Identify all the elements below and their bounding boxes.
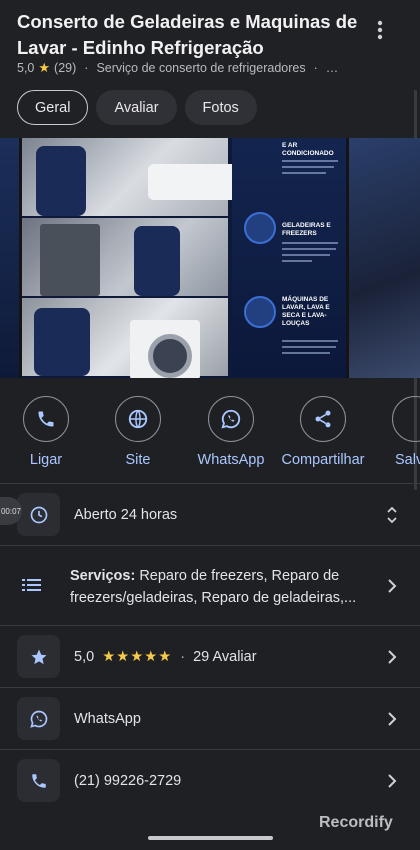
phone-row[interactable]: (21) 99226-2729 (0, 749, 420, 811)
photo-main[interactable]: E AR CONDICIONADO GELADEIRAS E FREEZERS … (22, 138, 346, 378)
call-button[interactable]: Ligar (0, 396, 92, 468)
separator-dot: · (313, 61, 318, 75)
expand-collapse-icon[interactable] (386, 505, 398, 525)
infographic-heading-washers: MÁQUINAS DE LAVAR, LAVA E SECA E LAVA-LO… (282, 296, 330, 327)
photo-panel-fridge (22, 218, 228, 296)
action-bar: Ligar Site WhatsApp Compartilhar Salv (0, 378, 420, 483)
bookmark-icon (392, 396, 420, 442)
chevron-right-icon (388, 650, 397, 664)
recordify-watermark: Recordify (319, 814, 393, 831)
website-button[interactable]: Site (92, 396, 184, 468)
infographic-text-line (282, 260, 312, 262)
phone-icon (23, 396, 69, 442)
infographic-text-line (282, 172, 326, 174)
services-infographic: E AR CONDICIONADO GELADEIRAS E FREEZERS … (232, 138, 346, 378)
hours-row[interactable]: Aberto 24 horas (0, 483, 420, 545)
phone-icon (17, 759, 60, 802)
page-title: Conserto de Geladeiras e Maquinas de Lav… (17, 11, 358, 58)
rating-summary: 5,0 ★ (29) · Serviço de conserto de refr… (17, 60, 338, 76)
infographic-text-line (282, 254, 330, 256)
clock-icon (17, 493, 60, 536)
services-line-2: freezers/geladeiras, Reparo de geladeira… (70, 590, 357, 606)
star-icon: ★ (38, 60, 51, 75)
photo-thumbnail-previous[interactable] (0, 138, 19, 378)
globe-icon (115, 396, 161, 442)
tab-avaliar[interactable]: Avaliar (96, 90, 177, 125)
photo-gallery[interactable]: E AR CONDICIONADO GELADEIRAS E FREEZERS … (0, 138, 420, 378)
infographic-heading-ac: E AR CONDICIONADO (282, 142, 334, 157)
bottom-sheet-handle[interactable] (148, 836, 273, 840)
services-row[interactable]: Serviços: Reparo de freezers, Reparo de … (0, 545, 420, 625)
rating-value: 5,0 (17, 61, 35, 75)
chevron-right-icon (388, 712, 397, 726)
washer-badge-icon (244, 296, 276, 328)
category-more: … (325, 61, 339, 75)
fridge-badge-icon (244, 212, 276, 244)
list-icon (22, 579, 41, 591)
photo-thumbnail-next[interactable] (349, 138, 420, 378)
infographic-text-line (282, 166, 334, 168)
tab-geral[interactable]: Geral (17, 90, 89, 125)
more-options-icon[interactable] (371, 18, 389, 42)
share-label: Compartilhar (281, 452, 365, 468)
reviews-row[interactable]: 5,0 ★★★★★ · 29 Avaliar (0, 625, 420, 687)
whatsapp-icon (17, 697, 60, 740)
services-text: Serviços: Reparo de freezers, Reparo de … (70, 565, 370, 609)
infographic-text-line (282, 248, 336, 250)
reviews-link: 29 Avaliar (193, 649, 257, 665)
technician-figure (134, 226, 180, 296)
whatsapp-button[interactable]: WhatsApp (185, 396, 277, 468)
infographic-text-line (282, 340, 338, 342)
infographic-heading-fridges: GELADEIRAS E FREEZERS (282, 222, 331, 237)
separator-dot: · (84, 61, 89, 75)
services-label: Serviços: (70, 568, 136, 584)
washing-machine-image (130, 320, 200, 378)
save-label: Salv (395, 452, 420, 468)
services-line-1: Reparo de freezers, Reparo de (135, 568, 340, 584)
whatsapp-text: WhatsApp (74, 711, 141, 727)
tab-bar: Geral Avaliar Fotos (17, 90, 257, 125)
chevron-right-icon (388, 579, 397, 593)
infographic-text-line (282, 346, 336, 348)
infographic-text-line (282, 352, 330, 354)
rating-stars: ★★★★★ (102, 649, 173, 665)
category-label: Serviço de conserto de refrigeradores (96, 61, 306, 75)
infographic-text-line (282, 242, 338, 244)
save-button[interactable]: Salv (370, 396, 420, 468)
whatsapp-label: WhatsApp (197, 452, 265, 468)
hours-status: Aberto 24 horas (74, 507, 178, 523)
infographic-text-line (282, 160, 338, 162)
tab-fotos[interactable]: Fotos (184, 90, 257, 125)
technician-figure (36, 146, 86, 216)
photo-panel-ac (22, 138, 246, 216)
fridge-image (40, 224, 100, 296)
reviews-summary: 5,0 ★★★★★ · 29 Avaliar (74, 649, 257, 665)
whatsapp-row[interactable]: WhatsApp (0, 687, 420, 749)
technician-figure (34, 308, 90, 376)
chevron-right-icon (388, 774, 397, 788)
rating-value: 5,0 (74, 649, 95, 665)
whatsapp-icon (208, 396, 254, 442)
review-count: (29) (54, 61, 77, 75)
phone-number: (21) 99226-2729 (74, 773, 182, 789)
star-icon (17, 635, 60, 678)
call-label: Ligar (29, 452, 63, 468)
share-icon (300, 396, 346, 442)
place-header: Conserto de Geladeiras e Maquinas de Lav… (0, 0, 420, 138)
website-label: Site (125, 452, 151, 468)
separator-dot: · (180, 649, 186, 665)
share-button[interactable]: Compartilhar (277, 396, 369, 468)
